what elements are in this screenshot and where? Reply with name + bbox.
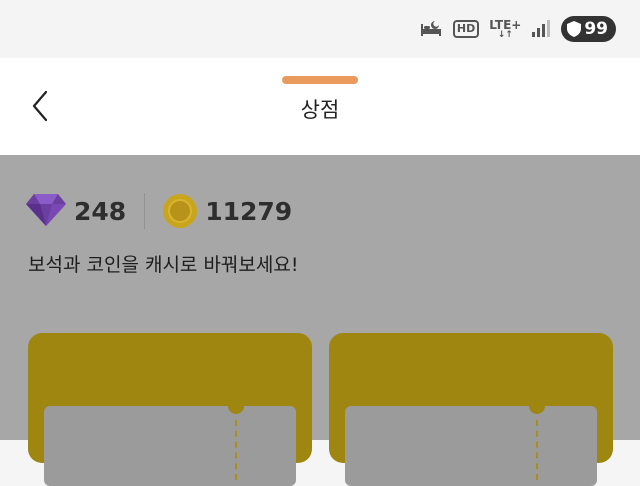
shop-content: 248 11279 보석과 코인을 캐시로 바꿔보세요! (0, 155, 640, 486)
shop-header: 상점 (0, 58, 640, 155)
hd-voice-icon: HD (452, 20, 480, 38)
battery-shield-icon (567, 21, 582, 37)
coin-balance: 11279 (205, 196, 293, 226)
card-ticket (345, 398, 597, 486)
exchange-card-1[interactable] (28, 333, 312, 486)
exchange-message: 보석과 코인을 캐시로 바꿔보세요! (28, 254, 299, 276)
signal-icon (531, 20, 551, 38)
page-title: 상점 (300, 98, 340, 122)
status-bar: HD LTE+ ↓↑ 99 (0, 0, 640, 58)
card-ticket (44, 398, 296, 486)
lte-icon: LTE+ ↓↑ (489, 17, 522, 40)
exchange-card-2[interactable] (329, 333, 613, 486)
drag-handle[interactable] (282, 76, 358, 84)
balance-row: 248 11279 (26, 193, 292, 229)
gem-icon (26, 192, 66, 230)
sleep-mode-icon (419, 20, 443, 38)
coin-icon (163, 194, 198, 228)
balance-divider (144, 193, 146, 229)
battery-indicator: 99 (561, 16, 616, 42)
gem-balance: 248 (74, 196, 127, 226)
battery-level: 99 (584, 19, 608, 39)
